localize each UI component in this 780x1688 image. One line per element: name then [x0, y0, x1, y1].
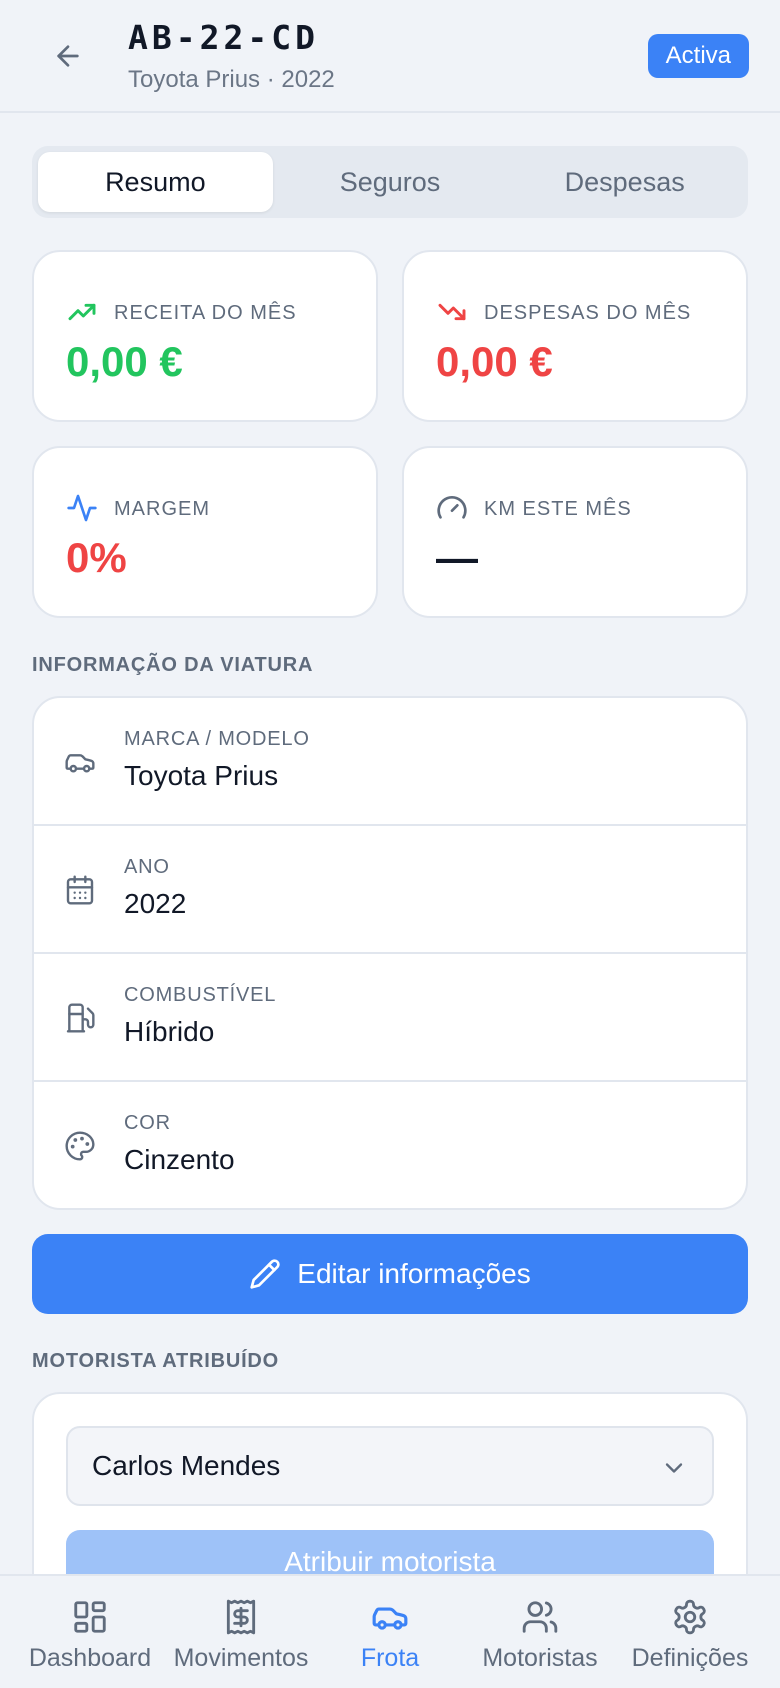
vehicle-subtitle: Toyota Prius · 2022: [128, 66, 335, 93]
info-value: 2022: [124, 888, 187, 919]
bottom-nav: Dashboard Movimentos Frota Motoristas De…: [0, 1574, 780, 1688]
car-icon: [372, 1607, 408, 1630]
info-value: Cinzento: [124, 1144, 235, 1175]
trending-down-icon: [438, 303, 466, 321]
nav-movimentos[interactable]: Movimentos: [163, 1576, 319, 1688]
info-label: MARCA / MODELO: [124, 728, 310, 750]
info-row-color: COR Cinzento: [34, 1082, 746, 1208]
pencil-icon: [250, 1259, 280, 1289]
status-badge: Activa: [647, 34, 749, 78]
revenue-card: RECEITA DO MÊS 0,00 €: [32, 250, 378, 422]
info-row-year: ANO 2022: [34, 826, 746, 954]
palette-icon: [65, 1131, 95, 1161]
settings-icon: [674, 1599, 706, 1635]
nav-dashboard[interactable]: Dashboard: [12, 1576, 168, 1688]
expenses-value: 0,00 €: [436, 338, 553, 385]
margin-label: MARGEM: [114, 498, 210, 520]
revenue-value: 0,00 €: [66, 338, 183, 385]
info-row-brand: MARCA / MODELO Toyota Prius: [34, 698, 746, 826]
tab-resumo[interactable]: Resumo: [38, 152, 273, 212]
km-card: KM ESTE MÊS —: [402, 446, 748, 618]
revenue-label: RECEITA DO MÊS: [114, 302, 297, 324]
km-value: —: [436, 534, 478, 581]
tab-seguros[interactable]: Seguros: [273, 152, 508, 212]
activity-icon: [67, 494, 97, 522]
arrow-left-icon: [57, 45, 79, 67]
vehicle-plate: AB-22-CD: [128, 18, 319, 57]
info-label: COMBUSTÍVEL: [124, 984, 277, 1006]
nav-frota[interactable]: Frota: [312, 1576, 468, 1688]
nav-label: Dashboard: [28, 1644, 152, 1672]
receipt-icon: [226, 1599, 256, 1635]
info-label: ANO: [124, 856, 170, 878]
info-row-fuel: COMBUSTÍVEL Híbrido: [34, 954, 746, 1082]
expenses-card: DESPESAS DO MÊS 0,00 €: [402, 250, 748, 422]
info-value: Híbrido: [124, 1016, 215, 1047]
km-label: KM ESTE MÊS: [484, 498, 632, 520]
margin-value: 0%: [66, 534, 127, 581]
edit-info-button[interactable]: Editar informações: [32, 1234, 748, 1314]
back-button[interactable]: [48, 36, 88, 76]
nav-definicoes[interactable]: Definições: [612, 1576, 768, 1688]
edit-info-label: Editar informações: [297, 1258, 531, 1289]
users-icon: [522, 1601, 558, 1633]
fuel-icon: [66, 1003, 95, 1033]
info-label: COR: [124, 1112, 171, 1134]
gauge-icon: [437, 496, 467, 519]
calendar-icon: [66, 875, 94, 905]
nav-label: Motoristas: [482, 1644, 598, 1672]
nav-label: Definições: [631, 1644, 749, 1672]
tab-despesas[interactable]: Despesas: [507, 152, 742, 212]
tab-bar: Resumo Seguros Despesas: [32, 146, 748, 218]
expenses-label: DESPESAS DO MÊS: [484, 302, 692, 324]
dashboard-icon: [74, 1601, 106, 1633]
car-icon: [65, 754, 95, 773]
nav-motoristas[interactable]: Motoristas: [462, 1576, 618, 1688]
margin-card: MARGEM 0%: [32, 446, 378, 618]
info-value: Toyota Prius: [124, 760, 279, 791]
chevron-down-icon: [665, 1463, 683, 1473]
driver-title: MOTORISTA ATRIBUÍDO: [32, 1350, 280, 1372]
vehicle-info-title: INFORMAÇÃO DA VIATURA: [32, 654, 314, 676]
vehicle-info-list: MARCA / MODELO Toyota Prius ANO 2022 COM…: [32, 696, 748, 1210]
driver-select-value: Carlos Mendes: [92, 1450, 281, 1481]
nav-label: Movimentos: [173, 1644, 309, 1672]
app-header: AB-22-CD Toyota Prius · 2022 Activa: [0, 0, 780, 113]
trending-up-icon: [68, 303, 96, 321]
nav-label: Frota: [360, 1644, 420, 1672]
driver-select[interactable]: Carlos Mendes: [66, 1426, 714, 1506]
